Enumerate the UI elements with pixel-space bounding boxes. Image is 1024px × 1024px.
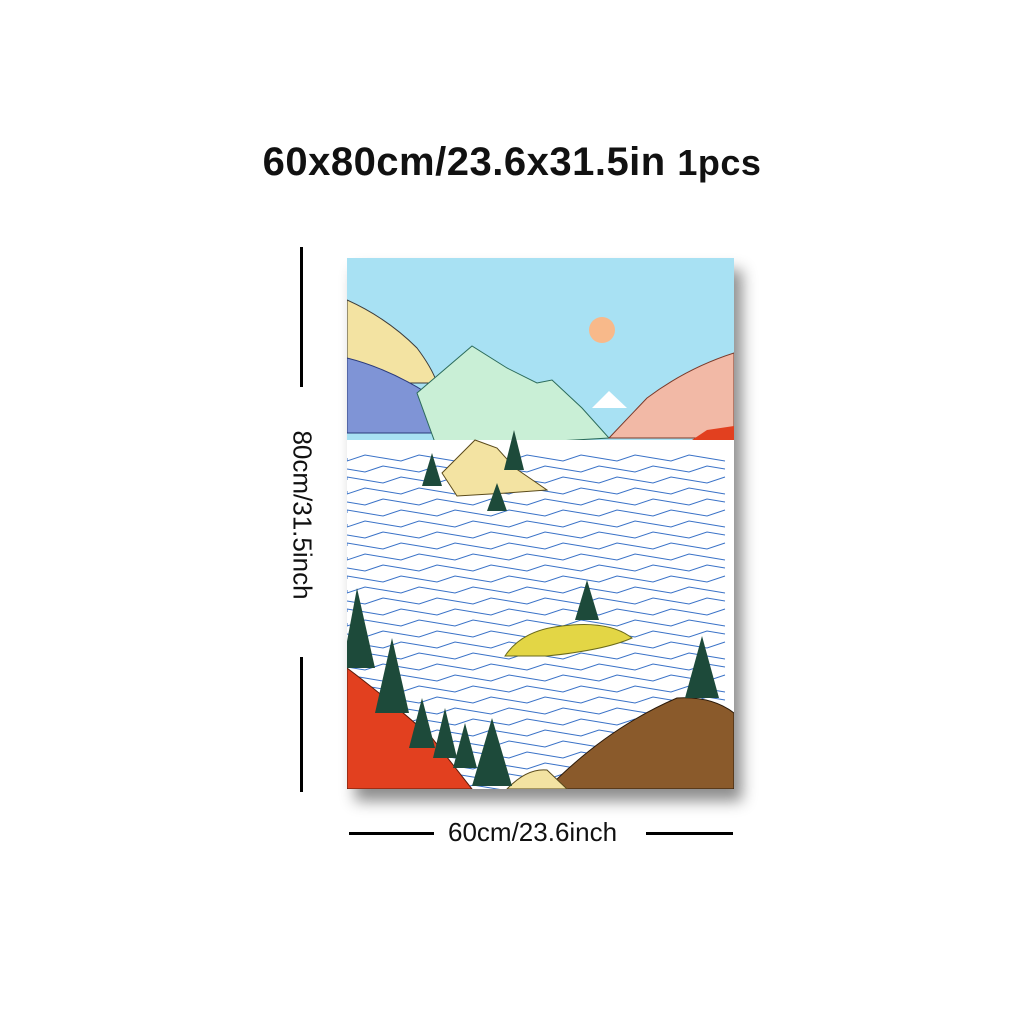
landscape-artwork bbox=[347, 258, 734, 789]
height-label: 80cm/31.5inch bbox=[287, 430, 318, 600]
product-size-title: 60x80cm/23.6x31.5in 1pcs bbox=[0, 140, 1024, 185]
width-dimension-line-right bbox=[646, 832, 733, 835]
canvas-print bbox=[347, 258, 734, 789]
height-dimension-line-top bbox=[300, 247, 303, 387]
width-dimension-line-left bbox=[349, 832, 434, 835]
width-label: 60cm/23.6inch bbox=[448, 817, 618, 847]
quantity-text: 1pcs bbox=[677, 142, 762, 183]
size-text: 60x80cm/23.6x31.5in bbox=[262, 140, 666, 184]
sun bbox=[589, 317, 615, 343]
height-dimension-line-bottom bbox=[300, 657, 303, 792]
